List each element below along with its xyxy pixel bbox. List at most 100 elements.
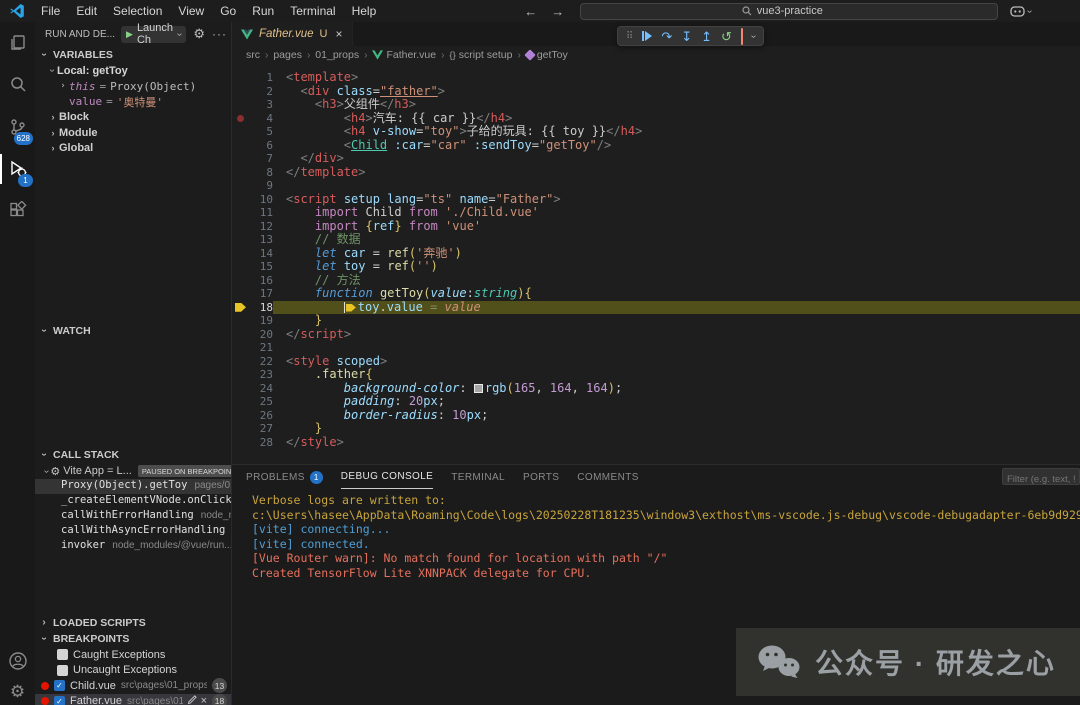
breadcrumb-item-father-vue[interactable]: Father.vue — [372, 49, 436, 61]
step-into-button[interactable]: ↧ — [681, 30, 692, 43]
panel-tab-ports[interactable]: PORTS — [523, 465, 559, 489]
checkbox-unchecked[interactable] — [57, 649, 68, 660]
gutter-marker[interactable] — [232, 274, 249, 288]
filter-input[interactable] — [1003, 472, 1079, 487]
panel-tab-comments[interactable]: COMMENTS — [577, 465, 639, 489]
edit-pencil-icon[interactable] — [188, 695, 197, 705]
nav-forward-icon[interactable]: → — [551, 4, 564, 19]
run-debug-icon[interactable]: 1 — [0, 148, 35, 190]
exception-row[interactable]: Caught Exceptions — [35, 647, 231, 663]
stack-frame[interactable]: callWithAsyncErrorHandlingn... — [35, 524, 231, 539]
copilot-menu[interactable]: › — [1010, 5, 1031, 17]
call-stack-header[interactable]: › CALL STACK — [35, 446, 231, 463]
gutter-marker[interactable] — [232, 139, 249, 153]
gutter-marker[interactable] — [232, 152, 249, 166]
stack-frame[interactable]: invokernode_modules/@vue/run... — [35, 539, 231, 554]
scope-module[interactable]: ›Module — [35, 125, 231, 141]
gutter-marker[interactable] — [232, 71, 249, 85]
gutter-marker[interactable] — [232, 166, 249, 180]
gutter-marker[interactable] — [232, 179, 249, 193]
panel-tab-problems[interactable]: PROBLEMS1 — [246, 465, 323, 489]
breakpoint-row[interactable]: ✓Father.vuesrc\pages\01_...×18 — [35, 694, 231, 705]
gutter-marker[interactable] — [232, 206, 249, 220]
gutter-marker[interactable] — [232, 233, 249, 247]
scope-local[interactable]: › Local: getToy — [35, 63, 231, 79]
gutter-marker[interactable] — [232, 382, 249, 396]
restart-button[interactable]: ↺ — [721, 30, 732, 43]
drag-grip-icon[interactable]: ⠿ — [626, 31, 633, 42]
nav-back-icon[interactable]: ← — [524, 4, 537, 19]
gutter-marker[interactable] — [232, 112, 249, 126]
gutter-marker[interactable] — [232, 314, 249, 328]
scope-global[interactable]: ›Global — [35, 141, 231, 157]
gutter-marker[interactable] — [232, 247, 249, 261]
step-out-button[interactable]: ↥ — [701, 30, 712, 43]
console-filter[interactable] — [1002, 468, 1080, 485]
gutter-marker[interactable] — [232, 409, 249, 423]
breadcrumb-item-gettoy[interactable]: getToy — [526, 49, 568, 61]
breadcrumb-item-script-setup[interactable]: {}script setup — [449, 49, 512, 61]
gutter-marker[interactable] — [232, 287, 249, 301]
tab-close-icon[interactable]: × — [336, 27, 343, 41]
breadcrumb-item-src[interactable]: src — [246, 49, 260, 61]
stack-frame[interactable]: _createElementVNode.onClick._cache... — [35, 494, 231, 509]
debug-console-output[interactable]: Verbose logs are written to:c:\Users\has… — [232, 489, 1080, 581]
variable-row[interactable]: ›this=Proxy(Object) — [35, 79, 231, 95]
gutter-marker[interactable] — [232, 395, 249, 409]
gutter-marker[interactable] — [232, 355, 249, 369]
scope-block[interactable]: ›Block — [35, 110, 231, 126]
checkbox-checked[interactable]: ✓ — [54, 696, 65, 705]
step-over-button[interactable]: ↷ — [661, 30, 672, 43]
gutter-marker[interactable] — [232, 193, 249, 207]
launch-config-button[interactable]: ▶ Launch Ch › — [121, 26, 186, 43]
source-control-icon[interactable]: 628 — [0, 106, 35, 148]
menu-run[interactable]: Run — [244, 4, 282, 18]
menu-file[interactable]: File — [33, 4, 68, 18]
breakpoints-header[interactable]: › BREAKPOINTS — [35, 630, 231, 647]
continue-button[interactable] — [642, 31, 652, 41]
stop-button[interactable] — [741, 30, 743, 43]
menu-selection[interactable]: Selection — [105, 4, 170, 18]
more-actions-button[interactable]: ··· — [212, 27, 227, 41]
code-editor[interactable]: 1<template>2 <div class="father">3 <h3>父… — [232, 64, 1080, 464]
breadcrumb-item-pages[interactable]: pages — [273, 49, 302, 61]
checkbox-unchecked[interactable] — [57, 665, 68, 676]
debug-settings-gear-icon[interactable]: ⚙ — [193, 26, 205, 42]
breadcrumb-item-01_props[interactable]: 01_props — [315, 49, 359, 61]
menu-help[interactable]: Help — [344, 4, 385, 18]
menu-view[interactable]: View — [170, 4, 212, 18]
search-input[interactable] — [757, 5, 837, 17]
gutter-marker[interactable] — [232, 125, 249, 139]
watch-header[interactable]: › WATCH — [35, 322, 231, 339]
gutter-marker[interactable] — [232, 341, 249, 355]
gutter-marker[interactable] — [232, 368, 249, 382]
gutter-marker[interactable] — [232, 328, 249, 342]
debug-session-row[interactable]: › ⚙ Vite App = L... PAUSED ON BREAKPOINT — [35, 463, 231, 479]
gutter-marker[interactable] — [232, 436, 249, 450]
stack-frame[interactable]: callWithErrorHandlingnode_m... — [35, 509, 231, 524]
account-icon[interactable] — [0, 643, 35, 679]
gutter-marker[interactable] — [232, 422, 249, 436]
search-sidebar-icon[interactable] — [0, 64, 35, 106]
gutter-marker[interactable] — [232, 85, 249, 99]
extensions-icon[interactable] — [0, 190, 35, 232]
exception-row[interactable]: Uncaught Exceptions — [35, 663, 231, 679]
stack-frame[interactable]: Proxy(Object).getToypages/01... — [35, 479, 231, 494]
settings-gear-icon[interactable]: ⚙ — [0, 679, 35, 705]
gutter-marker[interactable] — [232, 98, 249, 112]
tab-father-vue[interactable]: Father.vue U × — [232, 22, 353, 46]
gutter-marker[interactable] — [232, 220, 249, 234]
command-center-search[interactable] — [580, 3, 998, 20]
menu-terminal[interactable]: Terminal — [282, 4, 343, 18]
menu-edit[interactable]: Edit — [68, 4, 105, 18]
variable-row[interactable]: value='奥特曼' — [35, 94, 231, 110]
close-icon[interactable]: × — [201, 695, 207, 705]
loaded-scripts-header[interactable]: › LOADED SCRIPTS — [35, 614, 231, 630]
menu-go[interactable]: Go — [212, 4, 244, 18]
panel-tab-terminal[interactable]: TERMINAL — [451, 465, 505, 489]
breakpoint-row[interactable]: ✓Child.vuesrc\pages\01_props13 — [35, 678, 231, 694]
panel-tab-debug-console[interactable]: DEBUG CONSOLE — [341, 465, 433, 489]
stop-chevron-icon[interactable]: › — [748, 34, 759, 37]
checkbox-checked[interactable]: ✓ — [54, 680, 65, 691]
gutter-marker[interactable] — [232, 301, 249, 315]
